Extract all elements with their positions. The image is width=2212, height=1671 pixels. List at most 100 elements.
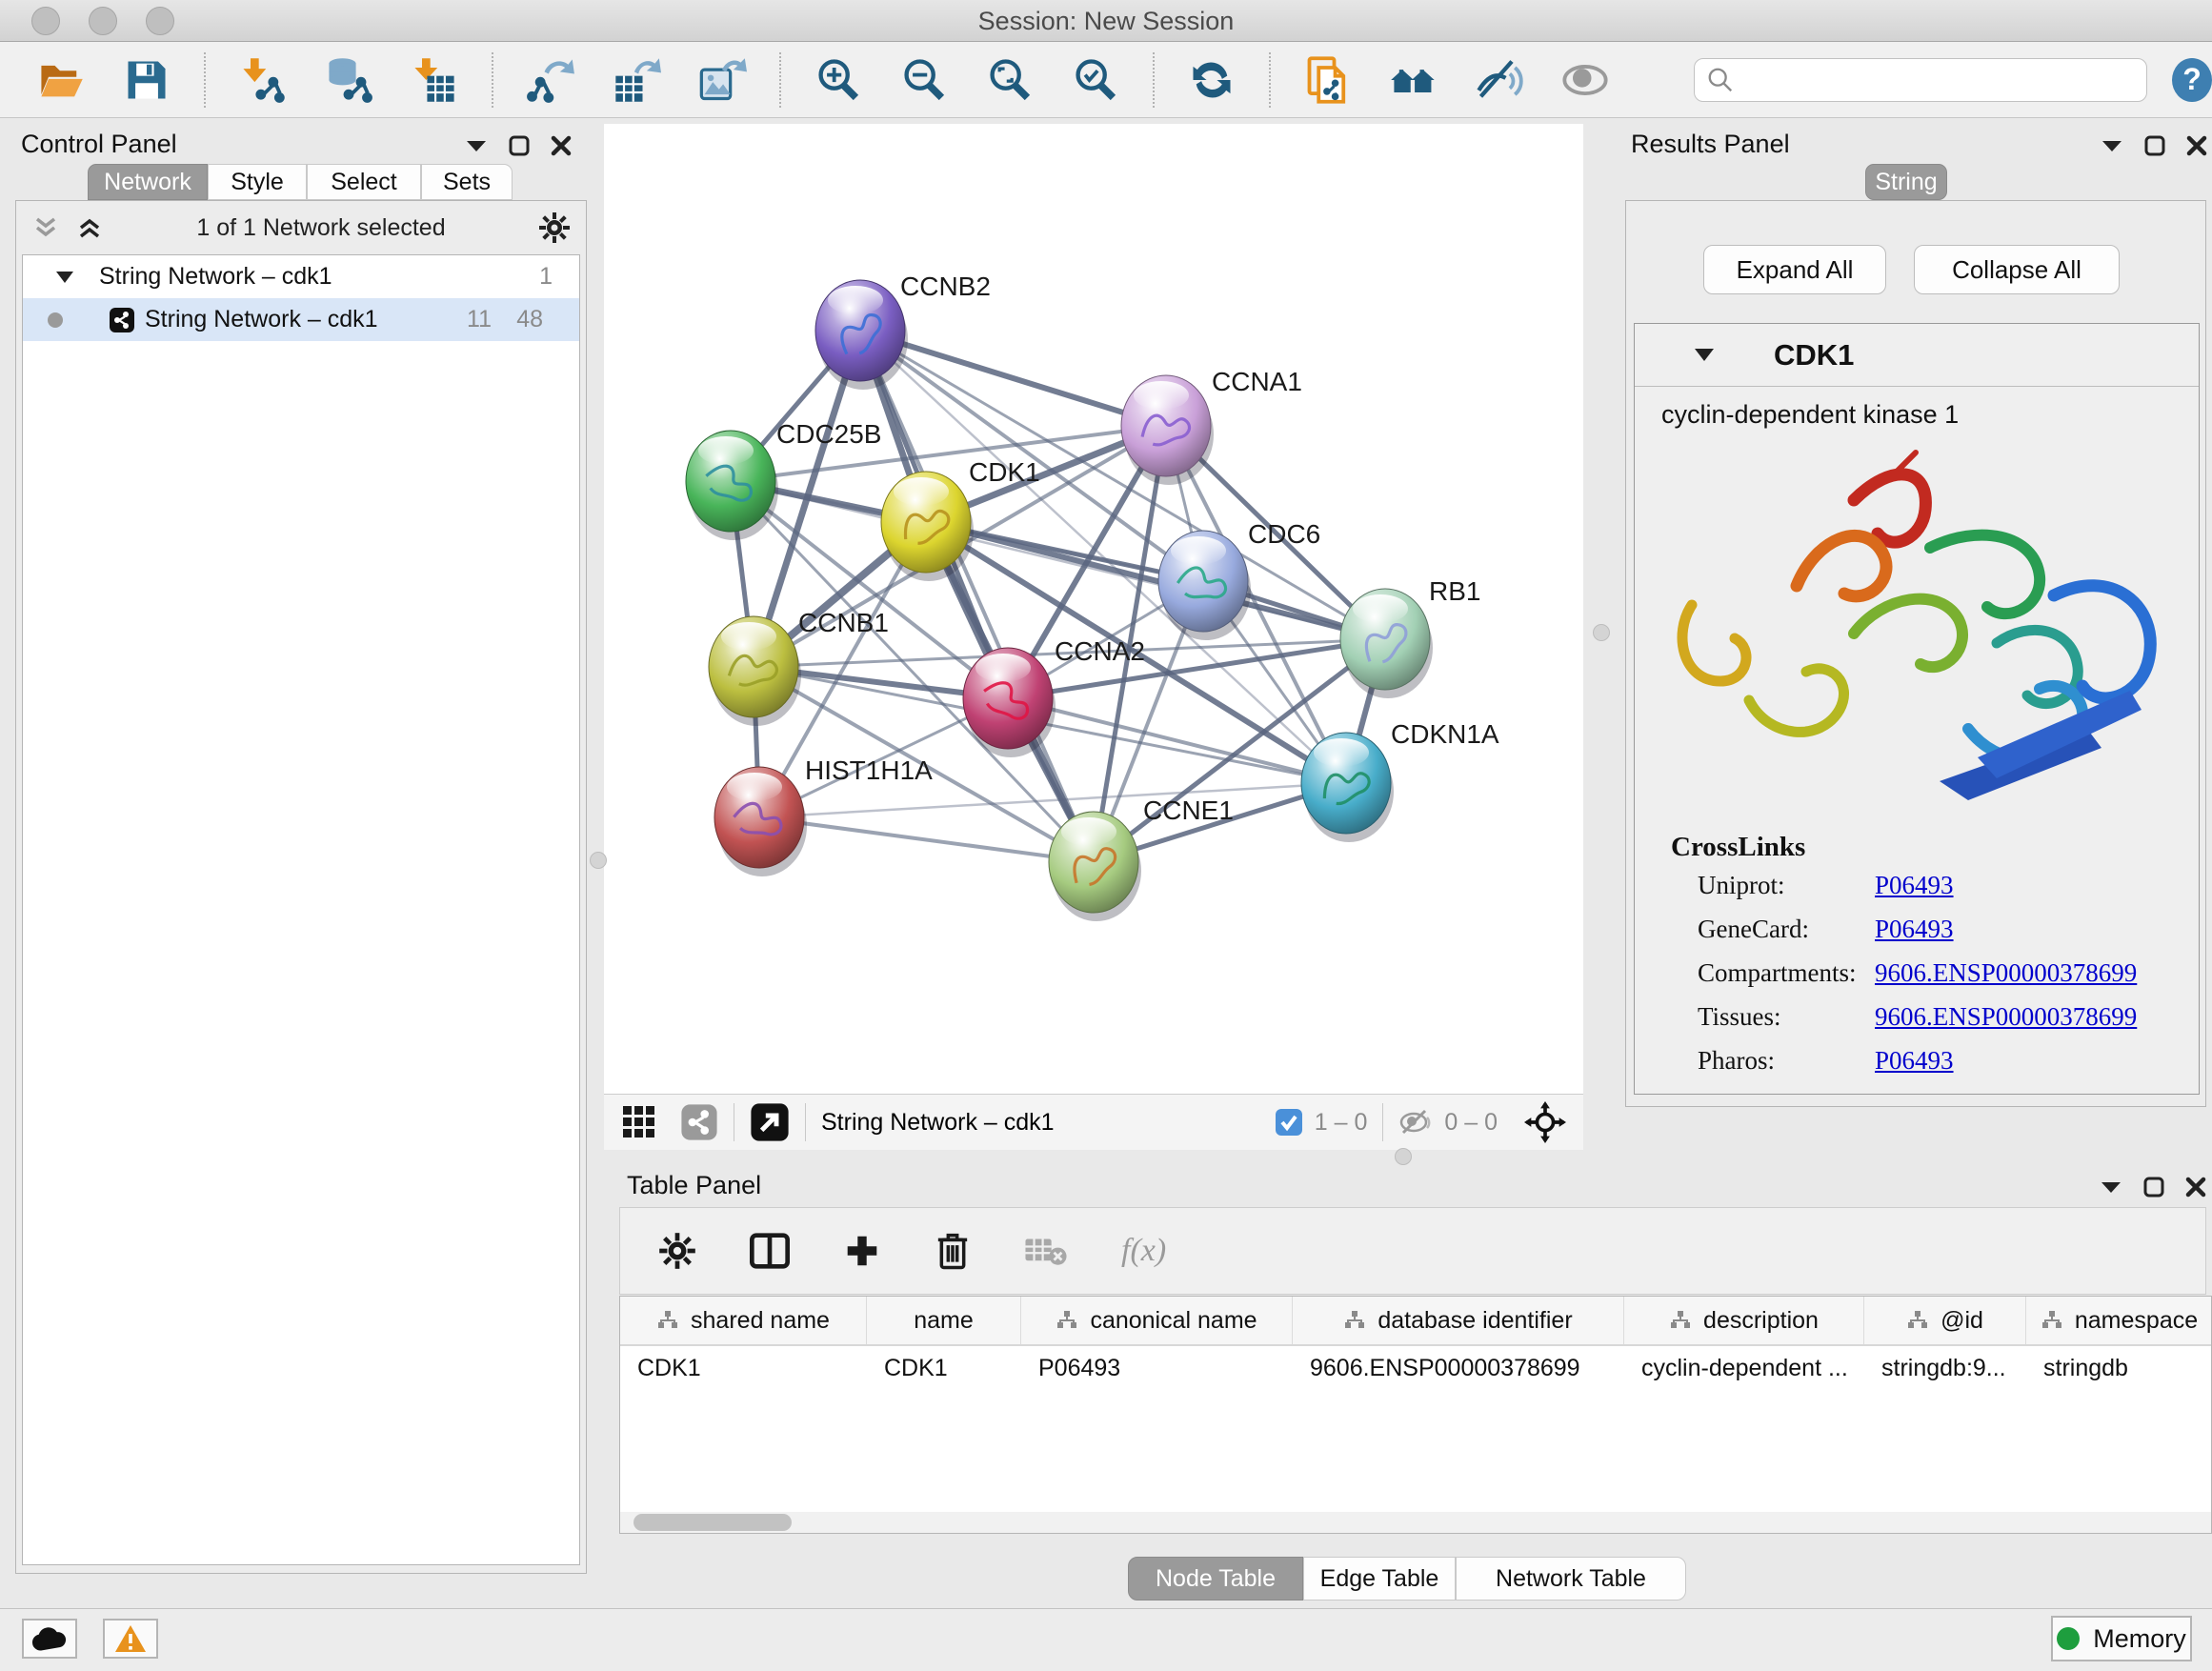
tab-sets[interactable]: Sets — [421, 164, 513, 200]
import-table-file-icon[interactable] — [410, 55, 459, 105]
string-show-images-icon[interactable] — [1560, 55, 1610, 105]
network-options-gear-icon[interactable] — [538, 211, 571, 244]
tab-select[interactable]: Select — [307, 164, 421, 200]
string-hide-images-icon[interactable] — [1475, 55, 1524, 105]
table-body: CDK1CDK1P064939606.ENSP00000378699cyclin… — [620, 1346, 2211, 1390]
table-cell[interactable]: CDK1 — [620, 1346, 867, 1390]
string-home-icon[interactable] — [1389, 55, 1438, 105]
export-network-icon[interactable] — [526, 55, 575, 105]
column-header-canonical-name[interactable]: canonical name — [1021, 1297, 1293, 1344]
column-header-database-identifier[interactable]: database identifier — [1293, 1297, 1624, 1344]
search-input[interactable] — [1735, 67, 2135, 93]
crosslink-link[interactable]: 9606.ENSP00000378699 — [1875, 958, 2137, 1002]
tab-network-table[interactable]: Network Table — [1456, 1557, 1686, 1601]
export-image-icon[interactable] — [697, 55, 747, 105]
column-header-name[interactable]: name — [867, 1297, 1021, 1344]
network-node-CCNB2[interactable] — [815, 280, 908, 390]
import-network-file-icon[interactable] — [238, 55, 288, 105]
panel-menu-icon[interactable] — [465, 138, 488, 153]
node-label-CCNE1: CCNE1 — [1143, 795, 1234, 825]
network-node-RB1[interactable] — [1340, 589, 1433, 698]
delete-table-icon — [1024, 1235, 1068, 1267]
table-cell[interactable]: CDK1 — [867, 1346, 1021, 1390]
network-node-HIST1H1A[interactable] — [714, 767, 807, 876]
column-header-description[interactable]: description — [1624, 1297, 1864, 1344]
table-cell[interactable]: stringdb — [2026, 1346, 2212, 1390]
column-header-shared-name[interactable]: shared name — [620, 1297, 867, 1344]
network-node-CCNB1[interactable] — [709, 616, 801, 726]
network-collection-row[interactable]: String Network – cdk1 1 — [23, 255, 579, 298]
collapse-all-icon[interactable] — [31, 213, 60, 242]
status-bar: Memory — [0, 1608, 2212, 1671]
memory-label: Memory — [2093, 1624, 2186, 1654]
tab-string-results[interactable]: String — [1865, 164, 1947, 200]
collection-expander-icon[interactable] — [55, 271, 74, 284]
warning-status-button[interactable] — [103, 1619, 158, 1659]
scrollbar-thumb[interactable] — [633, 1514, 792, 1531]
help-icon[interactable]: ? — [2172, 58, 2212, 102]
zoom-out-icon[interactable] — [899, 55, 949, 105]
panel-close-icon[interactable] — [2186, 135, 2207, 156]
right-splitter-handle[interactable] — [1593, 624, 1610, 641]
tab-network[interactable]: Network — [88, 164, 208, 200]
panel-menu-icon[interactable] — [2101, 138, 2123, 153]
network-node-CCNA1[interactable] — [1121, 375, 1214, 485]
table-options-gear-icon[interactable] — [658, 1232, 696, 1270]
network-canvas[interactable]: CCNB2CCNA1CDC25BCDK1CDC6RB1CCNB1CCNA2CDK… — [604, 124, 1583, 1094]
panel-float-icon[interactable] — [2144, 135, 2165, 156]
delete-column-icon[interactable] — [935, 1231, 971, 1271]
table-cell[interactable]: cyclin-dependent ... — [1624, 1346, 1864, 1390]
center-view-icon[interactable] — [1524, 1101, 1566, 1143]
panel-menu-icon[interactable] — [2100, 1179, 2122, 1195]
left-splitter-handle[interactable] — [590, 852, 607, 869]
warning-icon — [114, 1624, 147, 1653]
export-table-icon[interactable] — [612, 55, 661, 105]
birds-eye-view-icon[interactable] — [750, 1102, 790, 1142]
table-cell[interactable]: stringdb:9... — [1864, 1346, 2026, 1390]
network-node-CDKN1A[interactable] — [1301, 733, 1394, 842]
crosslink-link[interactable]: 9606.ENSP00000378699 — [1875, 1002, 2137, 1046]
show-columns-icon[interactable] — [750, 1233, 790, 1269]
search-field[interactable] — [1694, 58, 2147, 102]
network-node-CDC6[interactable] — [1158, 531, 1251, 640]
table-cell[interactable]: 9606.ENSP00000378699 — [1293, 1346, 1624, 1390]
save-session-icon[interactable] — [122, 55, 171, 105]
panel-float-icon[interactable] — [509, 135, 530, 156]
cloud-status-button[interactable] — [22, 1619, 77, 1659]
table-row[interactable]: CDK1CDK1P064939606.ENSP00000378699cyclin… — [620, 1346, 2211, 1390]
zoom-in-icon[interactable] — [814, 55, 863, 105]
column-header-namespace[interactable]: namespace — [2026, 1297, 2212, 1344]
gene-expander-icon[interactable] — [1694, 348, 1715, 362]
open-session-icon[interactable] — [36, 55, 86, 105]
column-header--id[interactable]: @id — [1864, 1297, 2026, 1344]
zoom-fit-selected-icon[interactable] — [1071, 55, 1120, 105]
add-column-icon[interactable] — [843, 1232, 881, 1270]
collapse-all-button[interactable]: Collapse All — [1914, 245, 2120, 294]
string-copy-network-icon[interactable] — [1303, 55, 1353, 105]
network-node-CDC25B[interactable] — [686, 431, 778, 540]
panel-close-icon[interactable] — [2185, 1177, 2206, 1198]
zoom-fit-content-icon[interactable] — [985, 55, 1035, 105]
tab-style[interactable]: Style — [208, 164, 307, 200]
refresh-icon[interactable] — [1187, 55, 1237, 105]
horizontal-scrollbar[interactable] — [620, 1512, 2211, 1533]
crosslink-link[interactable]: P06493 — [1875, 871, 1954, 915]
panel-close-icon[interactable] — [551, 135, 572, 156]
tab-edge-table[interactable]: Edge Table — [1303, 1557, 1456, 1601]
table-cell[interactable]: P06493 — [1021, 1346, 1293, 1390]
expand-all-button[interactable]: Expand All — [1703, 245, 1886, 294]
expand-all-icon[interactable] — [75, 213, 104, 242]
crosslink-row: Compartments:9606.ENSP00000378699 — [1698, 958, 2199, 1002]
network-share-icon[interactable] — [680, 1103, 718, 1141]
tab-node-table[interactable]: Node Table — [1128, 1557, 1303, 1601]
crosslink-link[interactable]: P06493 — [1875, 915, 1954, 958]
network-node-CCNE1[interactable] — [1049, 812, 1141, 921]
network-node-CDK1[interactable] — [881, 472, 974, 581]
grid-view-icon[interactable] — [621, 1104, 657, 1140]
memory-button[interactable]: Memory — [2051, 1616, 2192, 1661]
panel-float-icon[interactable] — [2143, 1177, 2164, 1198]
import-network-database-icon[interactable] — [324, 55, 373, 105]
crosslink-link[interactable]: P06493 — [1875, 1046, 1954, 1090]
selected-checkbox-icon[interactable] — [1275, 1108, 1303, 1137]
network-row[interactable]: String Network – cdk1 11 48 — [23, 298, 579, 341]
